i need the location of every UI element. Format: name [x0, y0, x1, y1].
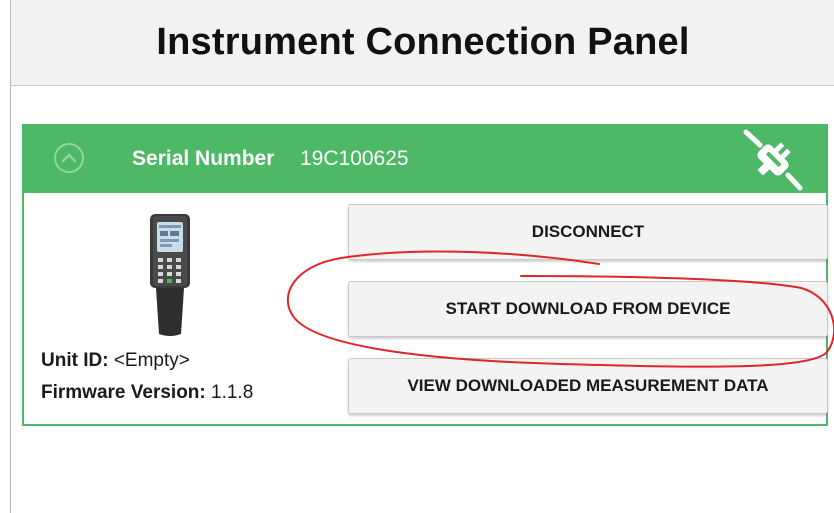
serial-number-value: 19C100625: [300, 147, 409, 170]
app-window: Instrument Connection Panel Serial Numbe…: [10, 0, 834, 513]
unit-id-row: Unit ID: <Empty>: [41, 350, 190, 372]
firmware-version-value: 1.1.8: [211, 382, 254, 403]
unplugged-icon[interactable]: [740, 128, 804, 192]
instrument-card-header: Serial Number 19C100625: [24, 126, 826, 193]
firmware-version-row: Firmware Version: 1.1.8: [41, 382, 253, 404]
disconnect-button[interactable]: DISCONNECT: [348, 204, 828, 260]
start-download-button[interactable]: START DOWNLOAD FROM DEVICE: [348, 281, 828, 337]
serial-number-label: Serial Number: [132, 147, 275, 170]
firmware-version-label: Firmware Version:: [41, 382, 206, 403]
title-bar: Instrument Connection Panel: [11, 0, 834, 86]
page-title: Instrument Connection Panel: [156, 21, 690, 63]
unit-id-label: Unit ID:: [41, 350, 109, 371]
unit-id-value: <Empty>: [113, 350, 190, 371]
chevron-up-icon: [61, 153, 77, 163]
handheld-meter-icon: [150, 214, 190, 336]
instrument-card: Serial Number 19C100625 Unit ID: <Empty>…: [22, 124, 828, 426]
collapse-button[interactable]: [54, 143, 84, 173]
view-measurement-data-button[interactable]: VIEW DOWNLOADED MEASUREMENT DATA: [348, 358, 828, 414]
